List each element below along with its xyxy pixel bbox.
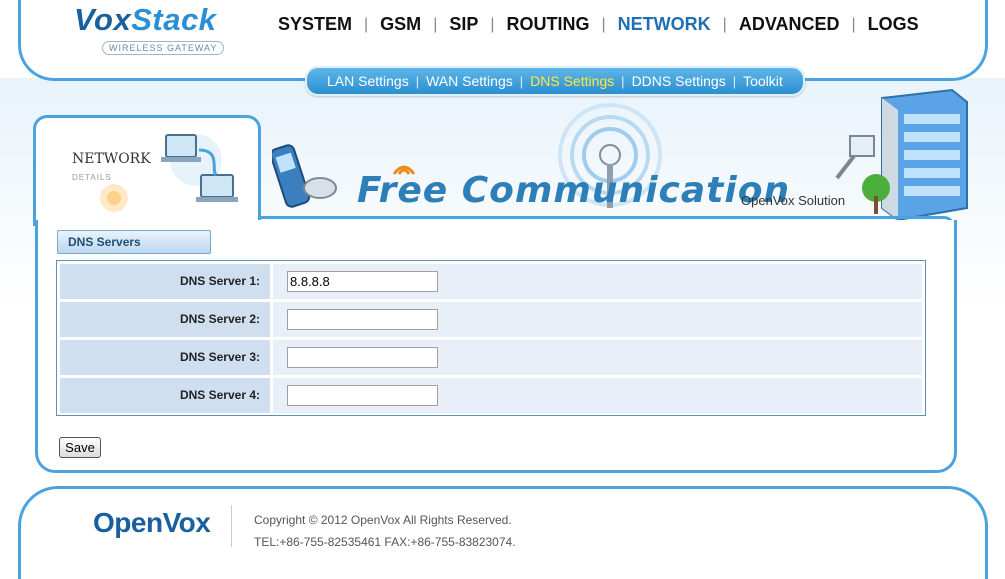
dns-section-tab: DNS Servers [57, 230, 211, 254]
dns-server-1-input[interactable] [287, 271, 438, 292]
footer-logo-part2: Vox [162, 507, 211, 538]
dns-row-4: DNS Server 4: [60, 378, 922, 413]
brand-tagline: WIRELESS GATEWAY [102, 41, 225, 55]
dns-section-title: DNS Servers [68, 235, 141, 249]
nav-advanced[interactable]: ADVANCED [739, 14, 840, 35]
dns-server-4-input[interactable] [287, 385, 438, 406]
subnav-separator: | [519, 73, 524, 89]
sub-nav: LAN Settings | WAN Settings | DNS Settin… [305, 66, 805, 96]
banner-note: OpenVox Solution [741, 193, 846, 208]
subnav-separator: | [732, 73, 737, 89]
subnav-separator: | [621, 73, 625, 89]
footer: OpenVox Copyright © 2012 OpenVox All Rig… [18, 486, 988, 579]
section-badge: NETWORK DETAILS [33, 115, 261, 226]
subnav-separator: | [415, 73, 420, 89]
dns-server-2-input[interactable] [287, 309, 438, 330]
dns-server-4-label: DNS Server 4: [179, 388, 260, 402]
dns-row-3: DNS Server 3: [60, 340, 922, 375]
subnav-dns-settings[interactable]: DNS Settings [530, 73, 614, 89]
glow-icon [100, 184, 128, 212]
footer-copyright: Copyright © 2012 OpenVox All Rights Rese… [254, 513, 512, 527]
dns-server-3-input[interactable] [287, 347, 438, 368]
dns-server-2-label: DNS Server 2: [179, 312, 260, 326]
brand-name-part1: Vox [74, 2, 132, 37]
footer-logo-part1: Open [93, 507, 163, 538]
nav-gsm[interactable]: GSM [380, 14, 421, 35]
section-badge-title: NETWORK [72, 151, 151, 167]
nav-separator: | [722, 15, 727, 33]
subnav-ddns-settings[interactable]: DDNS Settings [632, 73, 726, 89]
footer-divider [231, 505, 232, 547]
footer-contact: TEL:+86-755-82535461 FAX:+86-755-8382307… [254, 535, 516, 549]
footer-logo: OpenVox [93, 507, 211, 539]
mobile-phone-icon [272, 144, 337, 208]
dns-row-1: DNS Server 1: [60, 264, 922, 299]
office-building-icon [835, 88, 968, 222]
dns-server-3-label: DNS Server 3: [179, 350, 260, 364]
dns-server-1-label: DNS Server 1: [179, 274, 260, 288]
nav-logs[interactable]: LOGS [868, 14, 919, 35]
nav-network[interactable]: NETWORK [618, 14, 711, 35]
banner-headline: Free Communication [357, 170, 791, 211]
save-button[interactable]: Save [59, 437, 101, 458]
brand-logo: VoxStack WIRELESS GATEWAY [74, 2, 225, 56]
nav-separator: | [433, 15, 438, 33]
subnav-lan-settings[interactable]: LAN Settings [327, 73, 409, 89]
network-computers-icon [161, 134, 238, 202]
nav-separator: | [364, 15, 369, 33]
nav-separator: | [490, 15, 495, 33]
nav-system[interactable]: SYSTEM [278, 14, 352, 35]
brand-name-part2: Stack [131, 2, 217, 37]
nav-sip[interactable]: SIP [449, 14, 478, 35]
dns-servers-table: DNS Server 1: DNS Server 2: DNS Server 3… [56, 260, 926, 416]
dns-row-2: DNS Server 2: [60, 302, 922, 337]
nav-separator: | [851, 15, 856, 33]
nav-separator: | [601, 15, 606, 33]
subnav-toolkit[interactable]: Toolkit [743, 73, 783, 89]
subnav-wan-settings[interactable]: WAN Settings [426, 73, 513, 89]
nav-routing[interactable]: ROUTING [507, 14, 590, 35]
main-nav: SYSTEM | GSM | SIP | ROUTING | NETWORK |… [278, 14, 919, 35]
